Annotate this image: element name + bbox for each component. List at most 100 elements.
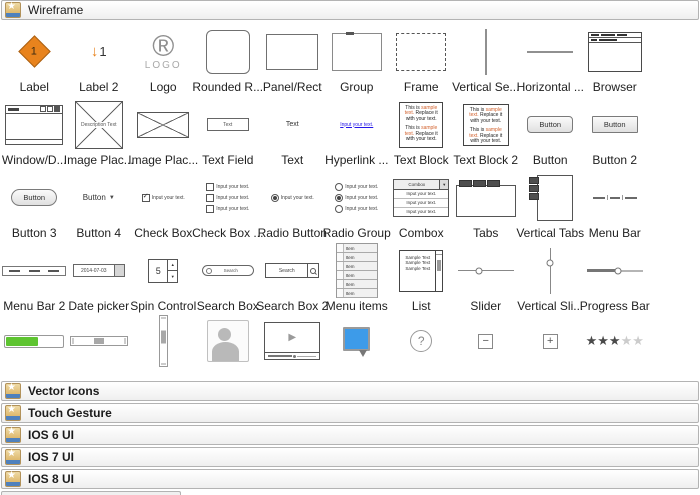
- library-icon: ★: [5, 471, 21, 487]
- library-header-vector-icons[interactable]: ★ Vector Icons: [1, 381, 699, 401]
- shape-cell-rating[interactable]: ★★★★★: [583, 315, 648, 367]
- shape-cell-menu-items[interactable]: Item Item Item Item Item Item Menu items: [325, 242, 390, 315]
- shape-cell-check-box-group[interactable]: Input your text. Input your text. Input …: [196, 169, 261, 242]
- shape-cell-logo[interactable]: ®LOGO Logo: [131, 23, 196, 96]
- shape-cell-text[interactable]: Text Text: [260, 96, 325, 169]
- shape-cell-vertical-separator[interactable]: Vertical Se...: [454, 23, 519, 96]
- library-header-label: Touch Gesture: [28, 406, 112, 420]
- shape-cell-button-3[interactable]: Button Button 3: [2, 169, 67, 242]
- shape-cell-scrollbar-vertical[interactable]: [131, 315, 196, 367]
- button-3-shape-icon: Button: [11, 189, 57, 206]
- shape-cell-browser[interactable]: Browser: [583, 23, 648, 96]
- shape-cell-date-picker[interactable]: 2014-07-03 Date picker: [67, 242, 132, 315]
- shape-cell-text-field[interactable]: Text Text Field: [196, 96, 261, 169]
- library-header-ios8-ui[interactable]: ★ IOS 8 UI: [1, 469, 699, 489]
- shape-caption: Horizontal ...: [517, 80, 584, 96]
- shape-caption: Slider: [470, 299, 501, 315]
- shape-caption: Vertical Se...: [452, 80, 519, 96]
- library-header-label: Vector Icons: [28, 384, 99, 398]
- shape-cell-horizontal-separator[interactable]: Horizontal ...: [518, 23, 583, 96]
- library-star-icon: ★: [7, 470, 16, 482]
- search-box-2-shape-icon: Search: [265, 263, 319, 278]
- shape-caption: Check Box ...: [192, 226, 263, 242]
- shape-cell-button[interactable]: Button Button: [518, 96, 583, 169]
- spin-up-icon: ▲: [168, 260, 177, 272]
- shape-caption: Image Plac...: [64, 153, 134, 169]
- shape-cell-label[interactable]: 1 Label: [2, 23, 67, 96]
- shape-cell-plus[interactable]: +: [518, 315, 583, 367]
- shape-cell-menu-bar-2[interactable]: Menu Bar 2: [2, 242, 67, 315]
- shape-cell-button-4[interactable]: Button▼ Button 4: [67, 169, 132, 242]
- library-icon: ★: [5, 427, 21, 443]
- shape-grid: 1 Label ↓1 Label 2 ®LOGO Logo Rounded R.…: [2, 23, 647, 367]
- text-shape-icon: Text: [286, 121, 299, 128]
- shape-cell-image-placeholder-2[interactable]: Image Plac...: [131, 96, 196, 169]
- shape-cell-frame[interactable]: Frame: [389, 23, 454, 96]
- library-header-ios7-ui[interactable]: ★ IOS 7 UI: [1, 447, 699, 467]
- shape-cell-image-placeholder[interactable]: Description Text Image Plac...: [67, 96, 132, 169]
- library-header-label: IOS 7 UI: [28, 450, 74, 464]
- shape-cell-spin-control[interactable]: 5▲▼ Spin Control: [131, 242, 196, 315]
- shape-cell-search-box-2[interactable]: Search Search Box 2: [260, 242, 325, 315]
- shape-cell-image[interactable]: [196, 315, 261, 367]
- shape-cell-progress-bar-green[interactable]: [2, 315, 67, 367]
- shape-cell-help[interactable]: ?: [389, 315, 454, 367]
- shape-caption: Label 2: [79, 80, 118, 96]
- shape-cell-text-block[interactable]: This is sample text. Replace it with you…: [389, 96, 454, 169]
- image-placeholder-shape-icon: Description Text: [75, 101, 123, 149]
- shape-cell-screen-tooltip[interactable]: [325, 315, 390, 367]
- button-shape-icon: Button: [527, 116, 573, 133]
- shape-cell-menu-bar[interactable]: Menu Bar: [583, 169, 648, 242]
- vertical-tabs-shape-icon: [537, 175, 573, 221]
- shape-cell-vertical-tabs[interactable]: Vertical Tabs: [518, 169, 583, 242]
- slider-knob: [547, 259, 554, 266]
- library-header-ios6-ui[interactable]: ★ IOS 6 UI: [1, 425, 699, 445]
- shape-cell-group[interactable]: Group: [325, 23, 390, 96]
- shape-cell-tabs[interactable]: Tabs: [454, 169, 519, 242]
- shape-cell-combox[interactable]: Combox▼ Input your text. Input your text…: [389, 169, 454, 242]
- shape-caption: Menu Bar 2: [3, 299, 65, 315]
- shape-cell-video-player[interactable]: ▶: [260, 315, 325, 367]
- shape-cell-check-box[interactable]: ✓Input your text. Check Box: [131, 169, 196, 242]
- menu-bar-2-shape-icon: [2, 266, 66, 276]
- text-block-shape-icon: This is sample text. Replace it with you…: [399, 102, 443, 148]
- shape-cell-window-dialog[interactable]: Window/D...: [2, 96, 67, 169]
- shape-cell-label2[interactable]: ↓1 Label 2: [67, 23, 132, 96]
- shape-caption: Text Block 2: [453, 153, 518, 169]
- registered-mark-icon: ®: [152, 33, 174, 60]
- shape-cell-panel-rect[interactable]: Panel/Rect: [260, 23, 325, 96]
- shape-caption: Frame: [404, 80, 439, 96]
- radio-selected-icon: [271, 194, 279, 202]
- shape-cell-list[interactable]: Sample Text Sample Text Sample Text List: [389, 242, 454, 315]
- shape-cell-rounded-rect[interactable]: Rounded R...: [196, 23, 261, 96]
- menu-bar-shape-icon: [593, 195, 637, 200]
- shape-cell-radio-group[interactable]: Input your text. Input your text. Input …: [325, 169, 390, 242]
- collapsed-sections: ★ Vector Icons ★ Touch Gesture ★ IOS 6 U…: [0, 381, 700, 495]
- shape-caption: Spin Control: [130, 299, 196, 315]
- progress-knob: [614, 267, 621, 274]
- shape-cell-hyperlink[interactable]: Input your text. Hyperlink ...: [325, 96, 390, 169]
- shape-cell-search-box[interactable]: Search Search Box: [196, 242, 261, 315]
- dropdown-arrow-icon: ▼: [439, 180, 448, 189]
- shape-cell-radio-button[interactable]: Input your text. Radio Button: [260, 169, 325, 242]
- shape-cell-slider[interactable]: Slider: [454, 242, 519, 315]
- shape-cell-button-2[interactable]: Button Button 2: [583, 96, 648, 169]
- shape-cell-text-block-2[interactable]: This is sample text. Replace it with you…: [454, 96, 519, 169]
- image-placeholder-2-shape-icon: [137, 112, 189, 138]
- shape-cell-minus[interactable]: −: [454, 315, 519, 367]
- list-shape-icon: Sample Text Sample Text Sample Text: [399, 250, 443, 292]
- shape-caption: Browser: [593, 80, 637, 96]
- shape-cell-vertical-slider[interactable]: Vertical Sli...: [518, 242, 583, 315]
- shape-caption: Check Box: [134, 226, 192, 242]
- magnifier-icon: [310, 268, 316, 274]
- button-4-shape-icon: Button▼: [83, 193, 115, 202]
- logo-shape-icon: ®LOGO: [145, 33, 182, 71]
- shape-caption: Rounded R...: [192, 80, 263, 96]
- shape-cell-scrollbar-horizontal[interactable]: [67, 315, 132, 367]
- shape-caption: List: [412, 299, 431, 315]
- shape-caption: Text Field: [202, 153, 253, 169]
- library-header-wireframe[interactable]: ★ Wireframe: [1, 0, 699, 20]
- shape-cell-progress-bar[interactable]: Progress Bar: [583, 242, 648, 315]
- label-shape-icon: 1: [18, 35, 51, 68]
- library-header-touch-gesture[interactable]: ★ Touch Gesture: [1, 403, 699, 423]
